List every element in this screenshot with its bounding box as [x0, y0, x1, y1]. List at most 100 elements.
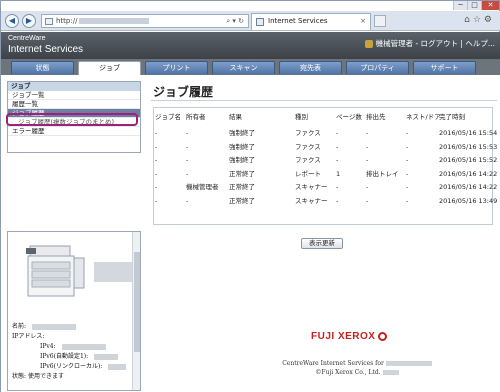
page-icon — [45, 18, 53, 25]
cell-col-pages: - — [336, 196, 339, 205]
cell-col-type: レポート — [295, 169, 321, 178]
new-tab-button[interactable] — [374, 15, 386, 27]
url-field[interactable]: http:// ⌕ ▾ ↻ — [41, 14, 249, 28]
tab-title: Internet Services — [268, 17, 328, 25]
cell-col-result: 強制終了 — [229, 129, 255, 137]
tab-address-book[interactable]: 宛先表 — [279, 61, 342, 74]
cell-col-type: ファクス — [295, 156, 321, 164]
cell-col-nest: - — [406, 196, 409, 205]
header-col-pages: ページ数 — [336, 113, 362, 121]
cell-col-type: ファクス — [295, 129, 321, 137]
table-row: - - 強制終了 ファクス - - - 2016/05/16 15:52 — [154, 154, 497, 167]
page-title: ジョブ履歴 — [151, 79, 497, 101]
cell-col-pages: 1 — [336, 169, 341, 178]
printer-image — [26, 245, 85, 297]
ip-address-label: IPアドレス: — [12, 333, 45, 340]
tab-properties[interactable]: プロパティ — [346, 61, 409, 74]
cell-col-output: 排出トレイ — [366, 169, 399, 178]
browser-tools[interactable]: ⌂☆⚙ — [464, 15, 495, 25]
cell-col-job-name: - — [155, 142, 158, 151]
header-col-owner: 所有者 — [186, 113, 206, 121]
tab-scan[interactable]: スキャン — [212, 61, 275, 74]
header-col-type: 種別 — [295, 113, 308, 121]
tab-print[interactable]: プリント — [145, 61, 208, 74]
main-tabbar: 状態 ジョブ プリント スキャン 宛先表 プロパティ サポート — [1, 59, 500, 75]
cell-col-pages: - — [336, 183, 339, 191]
logo-text: FUJI XEROX — [311, 331, 376, 342]
minimize-button[interactable]: ─ — [453, 1, 467, 10]
window-controls: ─ □ ✕ — [453, 1, 499, 10]
cell-col-type: スキャナー — [295, 196, 328, 205]
header-col-output: 排出先 — [366, 113, 386, 121]
tab-close-icon[interactable]: × — [360, 14, 366, 29]
ipv4-value — [61, 343, 106, 350]
cell-col-type: スキャナー — [295, 183, 328, 191]
cell-col-completed: 2016/05/16 15:53 — [439, 142, 498, 151]
sidebar-item-error-history[interactable]: エラー履歴 — [8, 127, 140, 136]
cell-col-output: - — [366, 156, 369, 164]
brand-line2: Internet Services — [8, 44, 84, 55]
cell-col-completed: 2016/05/16 14:22 — [439, 169, 498, 178]
maximize-button[interactable]: □ — [467, 1, 481, 10]
device-panel-scrollbar[interactable] — [132, 232, 140, 390]
url-actions[interactable]: ⌕ ▾ ↻ — [226, 15, 244, 27]
tab-support[interactable]: サポート — [413, 61, 476, 74]
forward-icon[interactable]: ▶ — [22, 14, 36, 28]
sidebar-item-history-list[interactable]: 履歴一覧 — [8, 100, 140, 109]
cell-col-job-name: - — [155, 156, 158, 164]
footer-year-redacted — [382, 370, 399, 375]
footer-line1: CentreWare Internet Services for — [282, 360, 384, 367]
device-status-label: 状態: — [12, 373, 27, 380]
cell-col-nest: - — [406, 129, 409, 137]
header-col-nest: ネスト/ドア — [406, 113, 441, 121]
footer-model-redacted — [385, 361, 432, 366]
cell-col-completed: 2016/05/16 13:49 — [439, 196, 498, 205]
url-prefix: http:// — [56, 17, 78, 25]
ipv4-label: IPv4: — [40, 343, 56, 350]
sidebar-heading: ジョブ — [8, 82, 140, 91]
browser-tab[interactable]: Internet Services × — [251, 13, 371, 30]
brand-line1: CentreWare — [8, 35, 46, 42]
user-icon — [364, 40, 373, 48]
address-bar: ◀ ▶ http:// ⌕ ▾ ↻ Internet Services × ⌂☆… — [1, 11, 500, 31]
cell-col-nest: - — [406, 183, 409, 191]
header-col-result: 結果 — [229, 113, 242, 121]
cell-col-pages: - — [336, 142, 339, 151]
header-col-completed: 完了時刻 — [439, 113, 465, 121]
cell-col-output: - — [366, 142, 369, 151]
cell-col-pages: - — [336, 129, 339, 137]
tab-status[interactable]: 状態 — [11, 61, 74, 74]
main-panel: ジョブ履歴 ジョブ名 所有者 結果 種別 ページ数 排出先 ネスト/ドア 完了時刻 - - 強制終… — [151, 79, 497, 391]
sidebar-item-job-list[interactable]: ジョブ一覧 — [8, 91, 140, 100]
cell-col-nest: - — [406, 142, 409, 151]
cell-col-output: - — [366, 129, 369, 137]
app-header: CentreWare Internet Services 機械管理者 - ログア… — [1, 32, 500, 59]
table-row: - - 強制終了 ファクス - - - 2016/05/16 15:54 — [154, 127, 497, 140]
ipv6-link-label: IPv6(リンクローカル): — [40, 363, 103, 370]
cell-col-output: - — [366, 183, 369, 191]
ipv6-auto-label: IPv6(自動設定1): — [40, 353, 89, 360]
cell-col-job-name: - — [155, 129, 158, 137]
cell-col-owner: - — [186, 142, 189, 151]
job-history-table: ジョブ名 所有者 結果 種別 ページ数 排出先 ネスト/ドア 完了時刻 - - 強制終了 ファクス -… — [153, 107, 497, 225]
table-header: ジョブ名 所有者 結果 種別 ページ数 排出先 ネスト/ドア 完了時刻 — [154, 111, 492, 124]
cell-col-job-name: - — [155, 169, 158, 178]
table-row: - - 正常終了 スキャナー - - -2016/05/16 13:49 — [154, 195, 497, 208]
refresh-button[interactable]: 表示更新 — [301, 238, 343, 249]
user-menu[interactable]: 機械管理者 - ログアウト | ヘルプ... — [364, 38, 495, 49]
cell-col-completed: 2016/05/16 15:52 — [439, 156, 498, 164]
footer: CentreWare Internet Services for ©Fuji X… — [227, 359, 487, 377]
cell-col-type: ファクス — [295, 142, 321, 151]
cell-col-completed: 2016/05/16 14:22 — [439, 183, 498, 191]
back-icon[interactable]: ◀ — [5, 14, 19, 28]
cell-col-result: 強制終了 — [229, 142, 255, 151]
tab-jobs[interactable]: ジョブ — [78, 61, 141, 75]
close-window-button[interactable]: ✕ — [481, 1, 499, 10]
ipv6-auto-value — [94, 353, 119, 360]
device-name-value — [32, 323, 77, 330]
tab-favicon-icon — [256, 18, 264, 26]
cell-col-result: 正常終了 — [229, 169, 255, 178]
fuji-xerox-logo: FUJI XEROX — [311, 331, 388, 342]
scrollbar-thumb[interactable] — [134, 252, 140, 352]
device-model-redacted — [94, 262, 134, 282]
